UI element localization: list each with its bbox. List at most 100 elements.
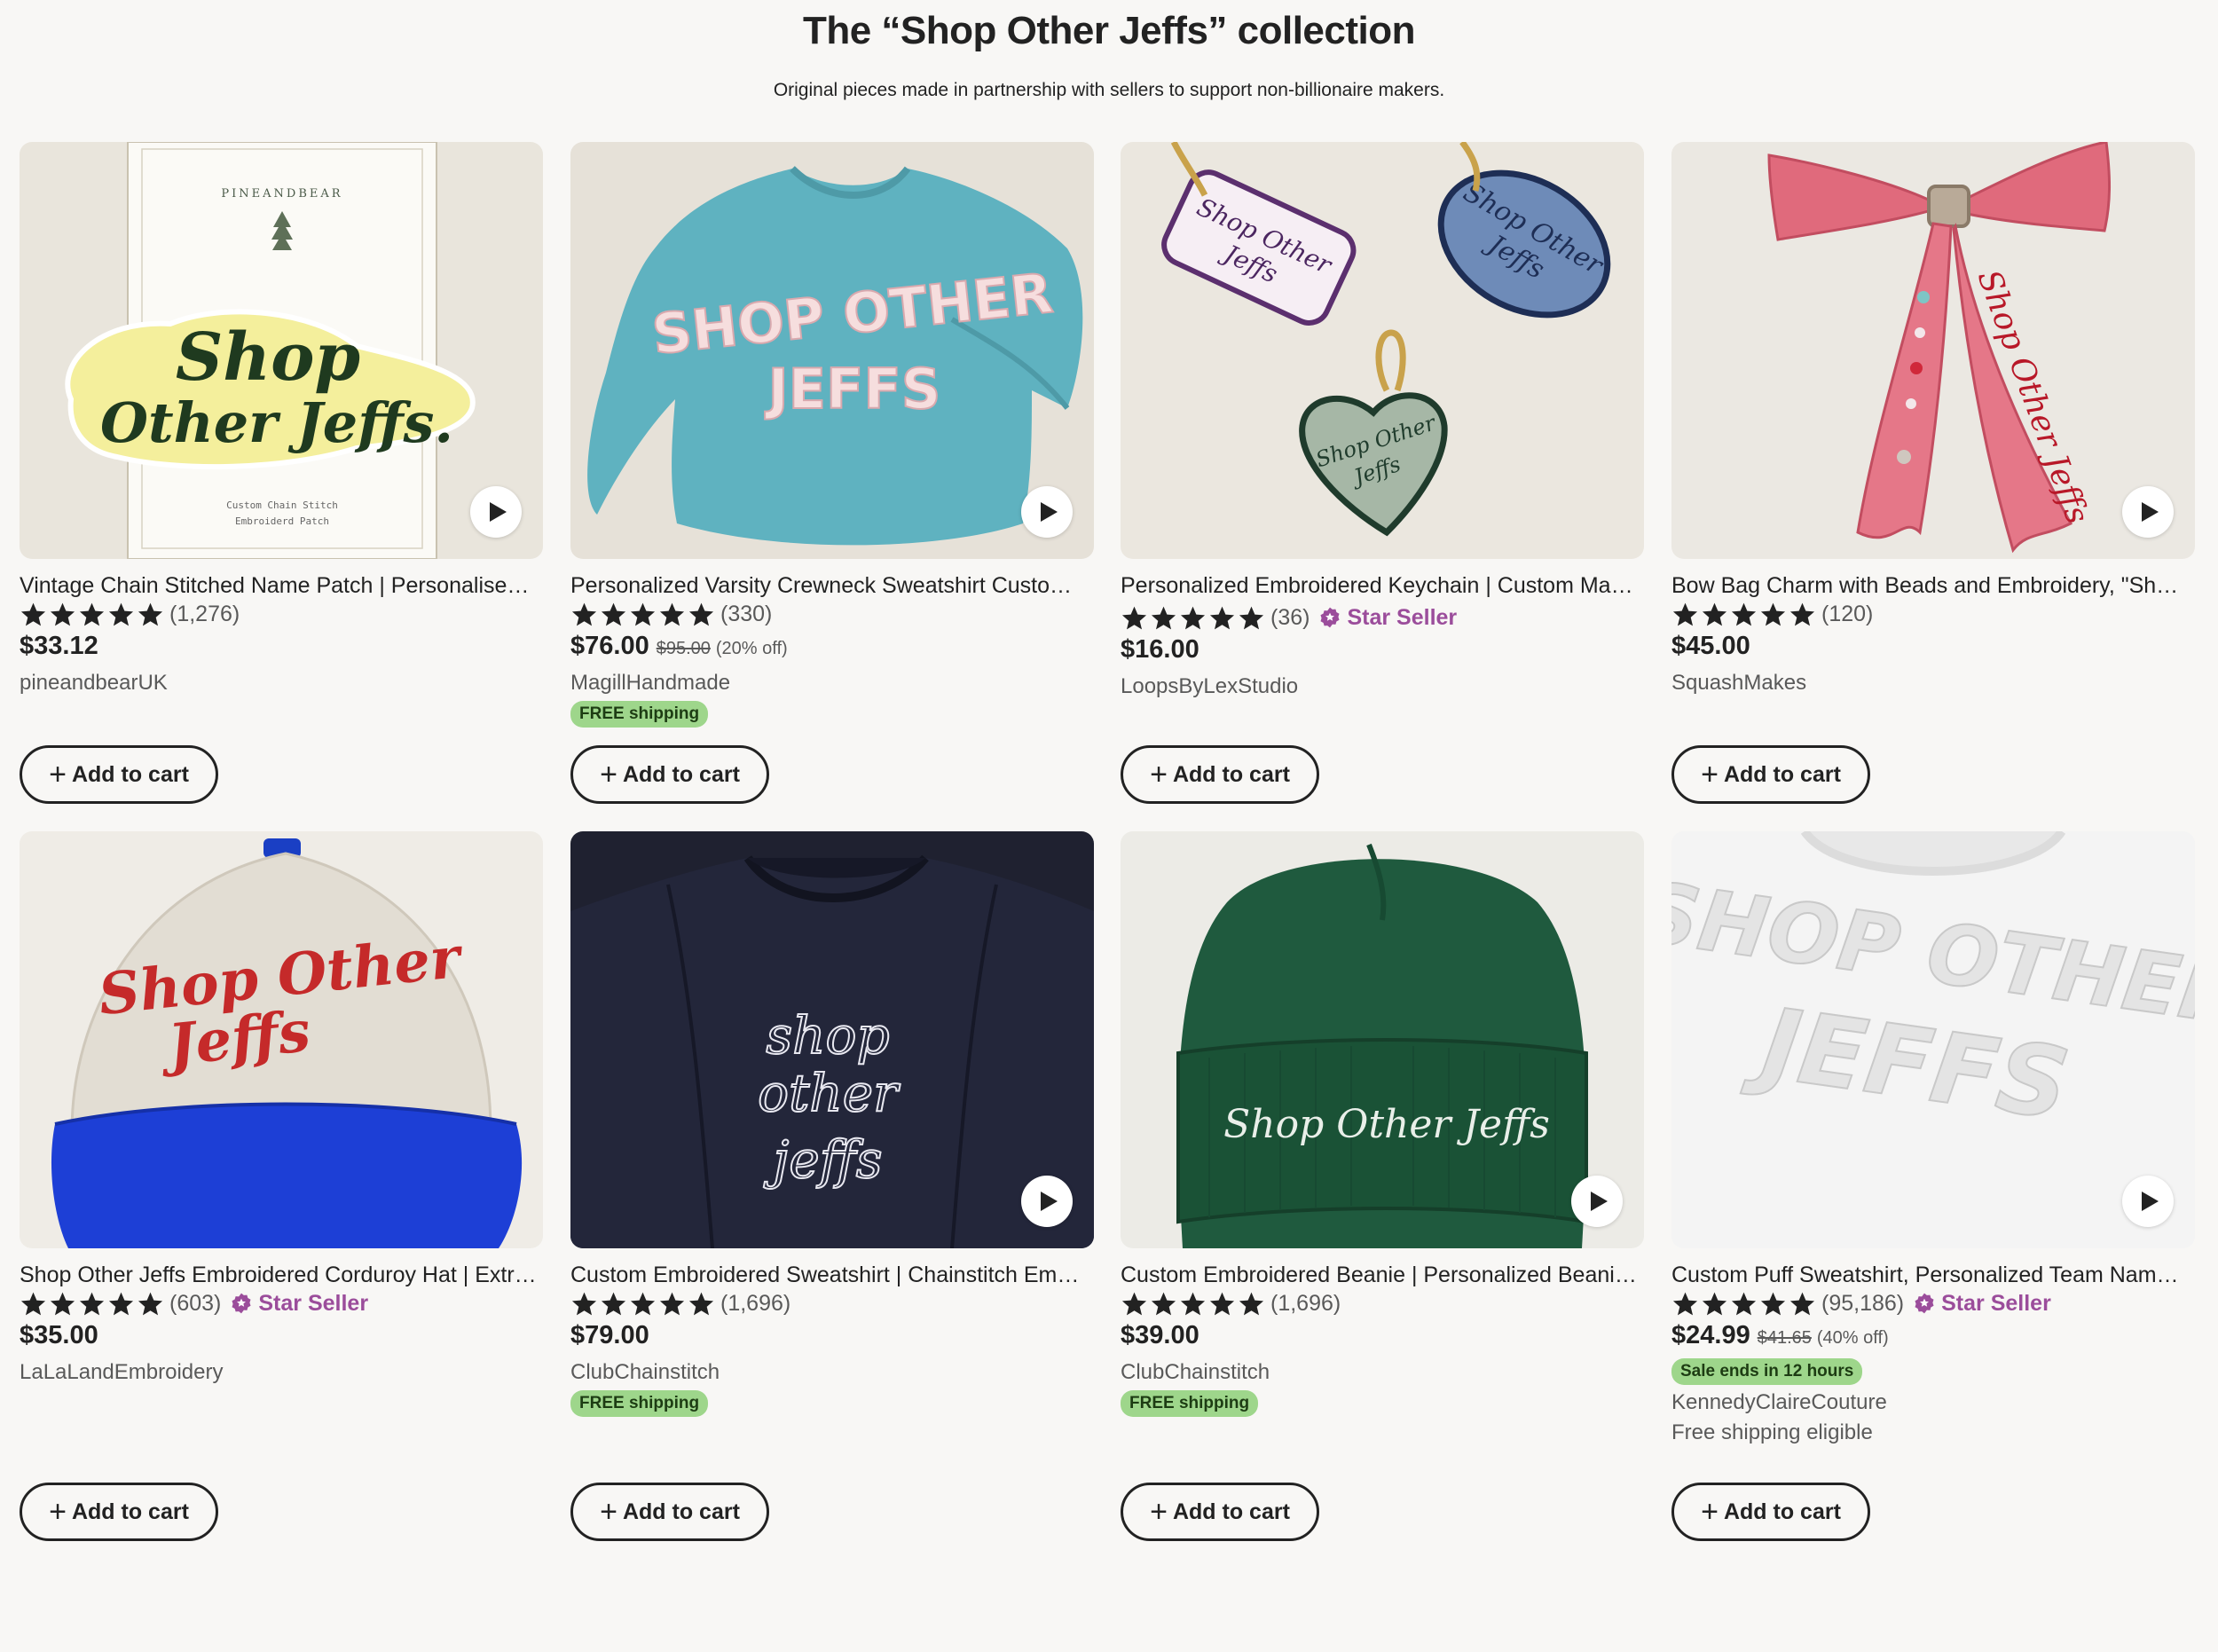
add-to-cart-label: Add to cart	[71, 761, 189, 787]
star-icon	[108, 1292, 134, 1315]
product-image[interactable]: SHOP OTHER JEFFS	[1671, 831, 2195, 1248]
product-image[interactable]: Shop Other Jeffs	[20, 831, 543, 1248]
add-to-cart-button[interactable]: + Add to cart	[1121, 1483, 1319, 1541]
product-image[interactable]: Shop Other Jeffs Shop Other Jeffs Shop O…	[1121, 142, 1644, 559]
product-title[interactable]: Bow Bag Charm with Beads and Embroidery,…	[1671, 571, 2190, 600]
add-to-cart-button[interactable]: + Add to cart	[20, 1483, 218, 1541]
price: $45.00	[1671, 632, 1750, 660]
plus-icon: +	[49, 758, 67, 791]
product-title[interactable]: Shop Other Jeffs Embroidered Corduroy Ha…	[20, 1261, 539, 1289]
product-card[interactable]: PINEANDBEAR Shop Other Jeffs. Custom Cha…	[20, 142, 543, 697]
price-row: $35.00	[20, 1321, 543, 1355]
add-to-cart-button[interactable]: + Add to cart	[1121, 745, 1319, 804]
product-rating: (120)	[1671, 600, 2195, 628]
star-icon	[571, 1292, 597, 1315]
add-to-cart-label: Add to cart	[1172, 1499, 1290, 1524]
product-image[interactable]: Shop Other Jeffs	[1121, 831, 1644, 1248]
bow-artwork: Shop Other Jeffs	[1671, 142, 2195, 559]
product-rating: (1,696)	[570, 1289, 1094, 1318]
product-image[interactable]: Shop Other Jeffs	[1671, 142, 2195, 559]
product-card[interactable]: Shop Other Jeffs Shop Other Jeffs Embroi…	[20, 831, 543, 1387]
star-icon	[1731, 602, 1757, 625]
add-to-cart-button[interactable]: + Add to cart	[1671, 745, 1870, 804]
product-title[interactable]: Custom Embroidered Beanie | Personalized…	[1121, 1261, 1640, 1289]
product-card[interactable]: Shop Other Jeffs Shop Other Jeffs Shop O…	[1121, 142, 1644, 701]
shop-name[interactable]: ClubChainstitch	[1121, 1358, 1644, 1387]
plus-icon: +	[1150, 758, 1168, 791]
price: $24.99	[1671, 1321, 1750, 1349]
shop-name[interactable]: KennedyClaireCouture	[1671, 1388, 2195, 1417]
review-count: (1,696)	[1270, 1290, 1341, 1316]
play-icon	[1591, 1192, 1608, 1211]
product-title[interactable]: Custom Puff Sweatshirt, Personalized Tea…	[1671, 1261, 2190, 1289]
plus-icon: +	[600, 758, 617, 791]
chainstitch-sweatshirt-artwork: shop other jeffs	[570, 831, 1094, 1248]
add-to-cart-label: Add to cart	[1723, 1499, 1841, 1524]
add-to-cart-button[interactable]: + Add to cart	[20, 745, 218, 804]
price: $33.12	[20, 632, 98, 660]
sale-ends-badge: Sale ends in 12 hours	[1671, 1358, 1863, 1385]
plus-icon: +	[1701, 758, 1719, 791]
patch-brand: PINEANDBEAR	[221, 187, 342, 201]
product-card[interactable]: SHOP OTHER JEFFS Personalized Varsity Cr…	[570, 142, 1094, 728]
add-to-cart-button[interactable]: + Add to cart	[570, 1483, 769, 1541]
play-video-button[interactable]	[1571, 1176, 1623, 1227]
free-shipping-badge: FREE shipping	[570, 701, 709, 728]
play-icon	[2142, 502, 2159, 522]
patch-caption-2: Embroiderd Patch	[235, 515, 329, 527]
review-count: (95,186)	[1821, 1290, 1905, 1316]
product-image[interactable]: shop other jeffs	[570, 831, 1094, 1248]
add-to-cart-label: Add to cart	[71, 1499, 189, 1524]
play-video-button[interactable]	[2122, 1176, 2174, 1227]
product-card[interactable]: Shop Other Jeffs Custom Embroidered Bean…	[1121, 831, 1644, 1417]
product-image[interactable]: SHOP OTHER JEFFS	[570, 142, 1094, 559]
star-rating	[1121, 604, 1265, 632]
free-shipping-badge: FREE shipping	[570, 1390, 709, 1417]
review-count: (603)	[169, 1290, 222, 1316]
star-icon	[601, 1292, 626, 1315]
product-title[interactable]: Vintage Chain Stitched Name Patch | Pers…	[20, 571, 539, 600]
shop-name[interactable]: ClubChainstitch	[570, 1358, 1094, 1387]
plus-icon: +	[1701, 1495, 1719, 1529]
play-video-button[interactable]	[2122, 486, 2174, 538]
shop-name[interactable]: LaLaLandEmbroidery	[20, 1358, 543, 1387]
shop-name[interactable]: SquashMakes	[1671, 669, 2195, 697]
star-seller-label: Star Seller	[1347, 604, 1458, 630]
star-rating	[1121, 1290, 1265, 1318]
review-count: (120)	[1821, 601, 1874, 626]
star-rating	[1671, 1290, 1816, 1318]
star-rating	[570, 1290, 715, 1318]
price: $79.00	[570, 1321, 649, 1349]
original-price: $95.00	[656, 639, 711, 658]
beanie-artwork: Shop Other Jeffs	[1121, 831, 1644, 1248]
keychain-artwork: Shop Other Jeffs Shop Other Jeffs Shop O…	[1121, 142, 1644, 559]
add-to-cart-label: Add to cart	[622, 761, 740, 787]
star-icon	[50, 602, 75, 625]
product-title[interactable]: Personalized Embroidered Keychain | Cust…	[1121, 571, 1640, 600]
play-video-button[interactable]	[1021, 1176, 1073, 1227]
product-card[interactable]: shop other jeffs Custom Embroidered Swea…	[570, 831, 1094, 1417]
add-to-cart-label: Add to cart	[622, 1499, 740, 1524]
product-title[interactable]: Personalized Varsity Crewneck Sweatshirt…	[570, 571, 1089, 600]
play-video-button[interactable]	[1021, 486, 1073, 538]
product-card[interactable]: Shop Other Jeffs Bow Bag Charm with Bead…	[1671, 142, 2195, 697]
add-to-cart-button[interactable]: + Add to cart	[570, 745, 769, 804]
play-icon	[490, 502, 507, 522]
product-card[interactable]: SHOP OTHER JEFFS Custom Puff Sweatshirt,…	[1671, 831, 2195, 1447]
product-rating: (36) Star Seller	[1121, 603, 1644, 632]
play-video-button[interactable]	[470, 486, 522, 538]
shop-name[interactable]: MagillHandmade	[570, 669, 1094, 697]
star-icon	[1702, 602, 1727, 625]
shop-name[interactable]: pineandbearUK	[20, 669, 543, 697]
product-title[interactable]: Custom Embroidered Sweatshirt | Chainsti…	[570, 1261, 1089, 1289]
sweatshirt-text-line2: JEFFS	[765, 357, 941, 421]
price-row: $24.99 $41.65 (40% off)	[1671, 1321, 2195, 1355]
price-row: $39.00	[1121, 1321, 1644, 1355]
product-image[interactable]: PINEANDBEAR Shop Other Jeffs. Custom Cha…	[20, 142, 543, 559]
star-seller-icon	[232, 1293, 251, 1314]
discount: (40% off)	[1816, 1328, 1889, 1348]
star-seller-badge: Star Seller	[1913, 1291, 2051, 1317]
shop-name[interactable]: LoopsByLexStudio	[1121, 673, 1644, 701]
star-seller-badge: Star Seller	[230, 1291, 368, 1317]
add-to-cart-button[interactable]: + Add to cart	[1671, 1483, 1870, 1541]
